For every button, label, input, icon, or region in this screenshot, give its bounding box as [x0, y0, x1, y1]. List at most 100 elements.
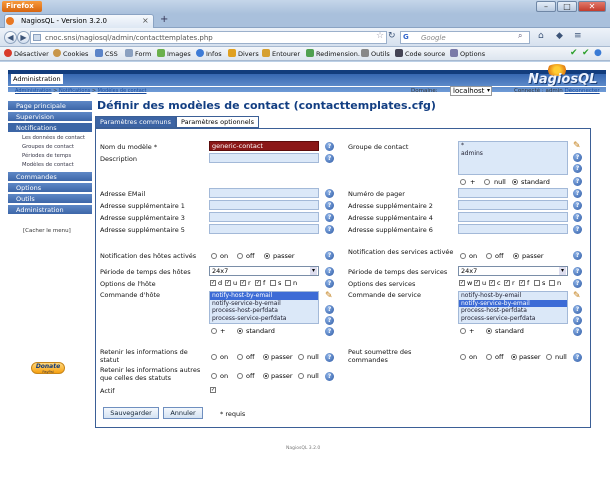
host-command-standard-radio[interactable] — [237, 328, 243, 334]
contact-group-list[interactable]: * admins — [458, 141, 568, 175]
description-input[interactable] — [209, 153, 319, 163]
minimize-button[interactable]: – — [536, 1, 556, 12]
help-icon[interactable]: ? — [325, 154, 334, 163]
google-icon[interactable]: G — [403, 33, 417, 42]
service-checkbox-c[interactable]: ✓ — [489, 280, 495, 286]
list-item[interactable]: process-service-perfdata — [210, 315, 318, 323]
host-checkbox-s[interactable] — [270, 280, 276, 286]
host-notif-off-radio[interactable] — [237, 253, 243, 259]
service-command-standard-radio[interactable] — [486, 328, 492, 334]
hide-menu-link[interactable]: [Cacher le menu] — [23, 228, 71, 234]
dev-misc[interactable]: Divers — [228, 49, 259, 60]
model-name-input[interactable]: generic-contact — [209, 141, 319, 151]
help-icon[interactable]: ? — [325, 305, 334, 314]
search-icon[interactable]: ⌕ — [518, 31, 522, 41]
help-icon[interactable]: ? — [325, 353, 334, 362]
help-icon[interactable]: ? — [573, 164, 582, 173]
retain-nonstatus-on-radio[interactable] — [211, 373, 217, 379]
address3-input[interactable] — [209, 212, 319, 222]
help-icon[interactable]: ? — [573, 189, 582, 198]
edit-pencil-icon[interactable]: ✎ — [325, 291, 335, 301]
new-tab-button[interactable]: + — [160, 15, 168, 25]
search-input[interactable]: Google — [400, 31, 530, 44]
can-submit-null-radio[interactable] — [546, 354, 552, 360]
dev-infos[interactable]: Infos — [196, 49, 222, 60]
host-checkbox-d[interactable]: ✓ — [210, 280, 216, 286]
service-checkbox-n[interactable] — [549, 280, 555, 286]
help-icon[interactable]: ? — [325, 201, 334, 210]
address4-input[interactable] — [458, 212, 568, 222]
edit-pencil-icon[interactable]: ✎ — [573, 141, 583, 151]
active-checkbox[interactable]: ✓ — [210, 387, 216, 393]
host-period-select[interactable]: 24x7 — [209, 266, 319, 276]
dev-resize[interactable]: Redimension. — [306, 49, 360, 60]
host-notif-skip-radio[interactable] — [264, 253, 270, 259]
service-period-select[interactable]: 24x7 — [458, 266, 568, 276]
save-button[interactable]: Sauvegarder — [103, 407, 159, 419]
sidebar-item-tools[interactable]: Outils — [8, 194, 92, 204]
addon-icon[interactable]: ◆ — [556, 31, 563, 41]
donate-button[interactable]: Donate PayPal — [31, 362, 65, 374]
close-window-button[interactable]: ✕ — [578, 1, 606, 12]
reload-icon[interactable]: ↻ — [388, 31, 396, 41]
sidebar-sub-contact-data[interactable]: Les données de contact — [8, 134, 92, 143]
retain-nonstatus-null-radio[interactable] — [298, 373, 304, 379]
sidebar-item-home[interactable]: Page principale — [8, 101, 92, 111]
address2-input[interactable] — [458, 200, 568, 210]
list-item[interactable]: process-service-perfdata — [459, 315, 567, 323]
domain-select[interactable]: localhost — [450, 86, 492, 96]
help-icon[interactable]: ? — [325, 267, 334, 276]
retain-status-skip-radio[interactable] — [263, 354, 269, 360]
service-command-list[interactable]: notify-host-by-email notify-service-by-e… — [458, 291, 568, 324]
contact-group-plus-radio[interactable] — [460, 179, 466, 185]
dev-form[interactable]: Form — [125, 49, 151, 60]
sidebar-sub-contact-templates[interactable]: Modèles de contact — [8, 161, 92, 170]
service-notif-skip-radio[interactable] — [513, 253, 519, 259]
retain-nonstatus-off-radio[interactable] — [237, 373, 243, 379]
dev-disable[interactable]: Désactiver — [4, 49, 49, 60]
list-item[interactable]: notify-host-by-email — [210, 292, 318, 300]
list-item[interactable]: notify-service-by-email — [459, 299, 567, 307]
help-icon[interactable]: ? — [573, 305, 582, 314]
sidebar-sub-time-periods[interactable]: Périodes de temps — [8, 152, 92, 161]
service-checkbox-u[interactable]: ✓ — [474, 280, 480, 286]
sidebar-sub-contact-groups[interactable]: Groupes de contact — [8, 143, 92, 152]
host-checkbox-n[interactable] — [285, 280, 291, 286]
list-item[interactable]: * — [459, 142, 567, 150]
help-icon[interactable]: ? — [573, 316, 582, 325]
sidebar-item-commands[interactable]: Commandes — [8, 172, 92, 182]
maximize-button[interactable]: □ — [557, 1, 577, 12]
list-item[interactable]: admins — [459, 150, 567, 158]
back-button[interactable]: ◀ — [4, 31, 17, 44]
cancel-button[interactable]: Annuler — [163, 407, 203, 419]
help-icon[interactable]: ? — [325, 142, 334, 151]
dev-source[interactable]: Code source — [395, 49, 445, 60]
pager-input[interactable] — [458, 188, 568, 198]
service-notif-off-radio[interactable] — [486, 253, 492, 259]
retain-status-on-radio[interactable] — [211, 354, 217, 360]
breadcrumb-contact-templates[interactable]: Modèles de contact — [98, 88, 147, 94]
contact-group-standard-radio[interactable] — [512, 179, 518, 185]
dev-options[interactable]: Options — [450, 49, 485, 60]
check-icon[interactable]: ✔ — [570, 48, 578, 58]
forward-button[interactable]: ▶ — [17, 31, 30, 44]
url-input[interactable]: cnoc.snsi/nagiosql/admin/contacttemplate… — [30, 31, 387, 44]
list-item[interactable]: process-host-perfdata — [210, 307, 318, 315]
tab-common-parameters[interactable]: Paramètres communs — [95, 116, 176, 128]
edit-pencil-icon[interactable]: ✎ — [573, 291, 583, 301]
admin-tab[interactable]: Administration — [11, 74, 63, 84]
help-icon[interactable]: ? — [325, 327, 334, 336]
dev-images[interactable]: Images — [157, 49, 191, 60]
help-icon[interactable]: ? — [325, 189, 334, 198]
help-icon[interactable]: ? — [573, 201, 582, 210]
help-icon[interactable]: ? — [325, 251, 334, 260]
can-submit-skip-radio[interactable] — [511, 354, 517, 360]
help-icon[interactable]: ? — [573, 153, 582, 162]
list-item[interactable]: process-host-perfdata — [459, 307, 567, 315]
valid-icon[interactable]: ✔ — [582, 48, 590, 58]
address1-input[interactable] — [209, 200, 319, 210]
host-command-list[interactable]: notify-host-by-email notify-service-by-e… — [209, 291, 319, 324]
service-checkbox-r[interactable]: ✓ — [504, 280, 510, 286]
retain-status-null-radio[interactable] — [298, 354, 304, 360]
help-icon[interactable]: ? — [325, 225, 334, 234]
